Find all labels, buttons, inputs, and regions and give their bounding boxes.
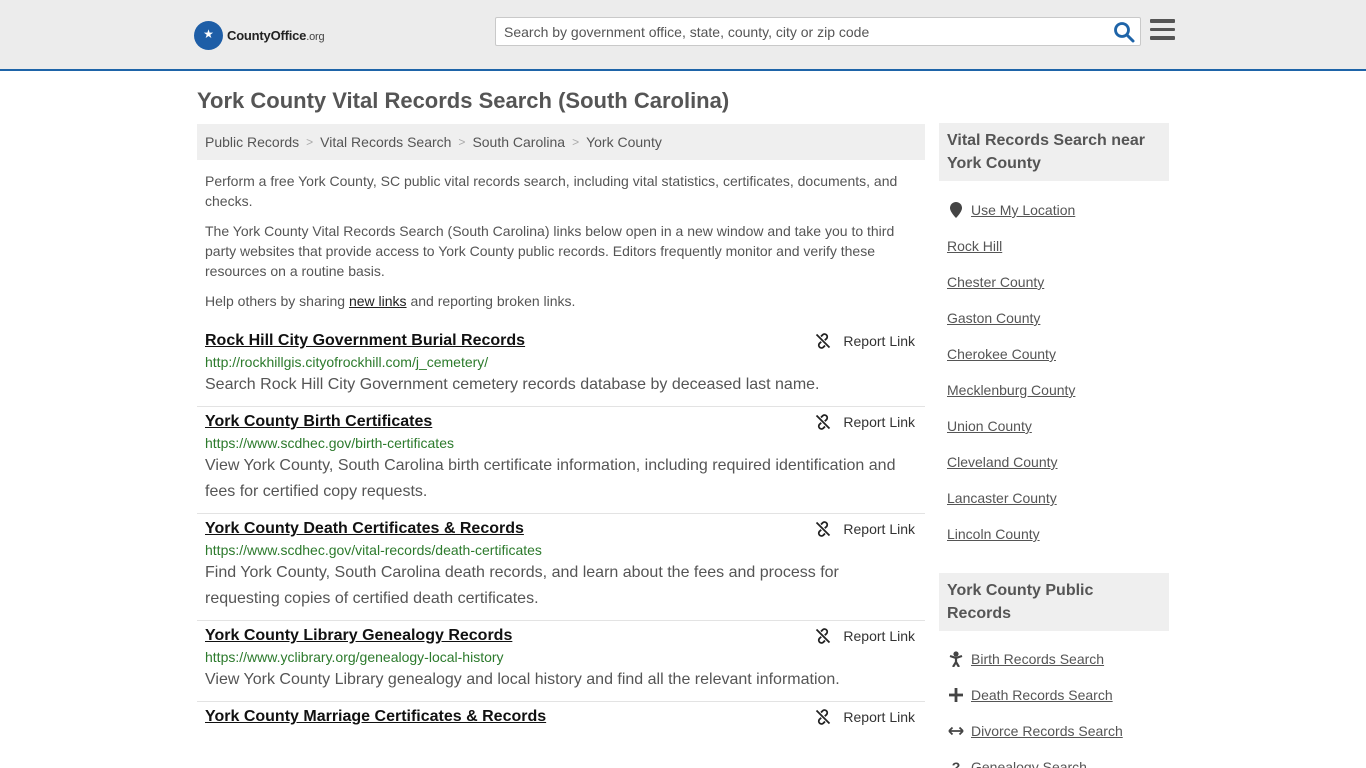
search-icon [1114, 22, 1135, 43]
top-header: ★ CountyOffice.org [0, 0, 1366, 71]
record-url: https://www.yclibrary.org/genealogy-loca… [205, 649, 504, 665]
record-title-link[interactable]: York County Marriage Certificates & Reco… [205, 708, 546, 726]
sidebar-item-nearby[interactable]: Cleveland County [947, 444, 1169, 480]
sidebar-item-birth-records[interactable]: Birth Records Search [947, 641, 1169, 677]
sidebar-item-nearby[interactable]: Union County [947, 408, 1169, 444]
sidebar-item-genealogy[interactable]: ? Genealogy Search [947, 749, 1169, 768]
broken-link-icon [816, 709, 831, 725]
sidebar-item-nearby[interactable]: Chester County [947, 264, 1169, 300]
breadcrumb-separator-icon: > [306, 135, 314, 149]
sidebar-item-nearby[interactable]: Cherokee County [947, 336, 1169, 372]
breadcrumb-york-county[interactable]: York County [586, 134, 662, 150]
sidebar-item-nearby[interactable]: Rock Hill [947, 228, 1169, 264]
report-link-button[interactable]: Report Link [815, 709, 915, 725]
record-item: York County Marriage Certificates & Reco… [197, 702, 925, 734]
intro-text: Perform a free York County, SC public vi… [205, 171, 917, 321]
record-title-link[interactable]: York County Library Genealogy Records [205, 627, 512, 645]
search-box [495, 17, 1141, 46]
record-item: York County Death Certificates & Records… [197, 514, 925, 621]
new-links-link[interactable]: new links [349, 293, 407, 309]
sidebar-item-nearby[interactable]: Lincoln County [947, 516, 1169, 552]
record-item: York County Library Genealogy Records Re… [197, 621, 925, 702]
cross-icon [947, 686, 965, 704]
breadcrumb-vital-records[interactable]: Vital Records Search [320, 134, 451, 150]
breadcrumb-public-records[interactable]: Public Records [205, 134, 299, 150]
breadcrumb: Public Records > Vital Records Search > … [197, 124, 925, 160]
record-item: York County Birth Certificates Report Li… [197, 407, 925, 514]
broken-link-icon [816, 628, 831, 644]
record-description: Find York County, South Carolina death r… [205, 564, 839, 607]
search-button[interactable] [1112, 20, 1136, 44]
record-title-link[interactable]: York County Death Certificates & Records [205, 520, 524, 538]
intro-paragraph: The York County Vital Records Search (So… [205, 223, 895, 279]
sidebar-public-heading: York County Public Records [939, 573, 1169, 631]
sidebar-item-use-location[interactable]: Use My Location [947, 192, 1169, 228]
sidebar-public-list: Birth Records Search Death Records Searc… [947, 641, 1169, 768]
broken-link-icon [816, 333, 831, 349]
sidebar-item-nearby[interactable]: Mecklenburg County [947, 372, 1169, 408]
sidebar-item-death-records[interactable]: Death Records Search [947, 677, 1169, 713]
map-pin-icon [947, 201, 965, 219]
page-title: York County Vital Records Search (South … [197, 88, 730, 113]
report-link-button[interactable]: Report Link [815, 333, 915, 349]
record-url: http://rockhillgis.cityofrockhill.com/j_… [205, 354, 489, 370]
site-logo[interactable]: ★ CountyOffice.org [194, 20, 325, 50]
record-url: https://www.scdhec.gov/vital-records/dea… [205, 542, 542, 558]
sidebar-nearby-list: Use My Location Rock Hill Chester County… [947, 192, 1169, 552]
sidebar-nearby-heading: Vital Records Search near York County [939, 123, 1169, 181]
search-input[interactable] [496, 18, 1106, 45]
record-description: Search Rock Hill City Government cemeter… [205, 376, 820, 393]
record-title-link[interactable]: York County Birth Certificates [205, 413, 432, 431]
question-icon: ? [951, 759, 961, 768]
sidebar-item-divorce-records[interactable]: Divorce Records Search [947, 713, 1169, 749]
sidebar-item-nearby[interactable]: Gaston County [947, 300, 1169, 336]
intro-paragraph: Perform a free York County, SC public vi… [205, 173, 898, 209]
breadcrumb-separator-icon: > [572, 135, 580, 149]
breadcrumb-separator-icon: > [458, 135, 466, 149]
record-description: View York County Library genealogy and l… [205, 671, 840, 688]
logo-seal-icon: ★ [194, 20, 223, 50]
breadcrumb-south-carolina[interactable]: South Carolina [472, 134, 565, 150]
report-link-button[interactable]: Report Link [815, 521, 915, 537]
split-arrows-icon [947, 722, 965, 740]
report-link-button[interactable]: Report Link [815, 628, 915, 644]
record-item: Rock Hill City Government Burial Records… [197, 326, 925, 407]
broken-link-icon [816, 521, 831, 537]
logo-text: CountyOffice.org [227, 27, 325, 43]
baby-icon [947, 650, 965, 668]
hamburger-menu-icon[interactable] [1150, 19, 1175, 41]
broken-link-icon [816, 414, 831, 430]
record-title-link[interactable]: Rock Hill City Government Burial Records [205, 332, 525, 350]
record-description: View York County, South Carolina birth c… [205, 457, 896, 500]
record-url: https://www.scdhec.gov/birth-certificate… [205, 435, 454, 451]
intro-paragraph: Help others by sharing new links and rep… [205, 293, 576, 309]
records-list: Rock Hill City Government Burial Records… [197, 326, 925, 734]
sidebar-item-nearby[interactable]: Lancaster County [947, 480, 1169, 516]
report-link-button[interactable]: Report Link [815, 414, 915, 430]
